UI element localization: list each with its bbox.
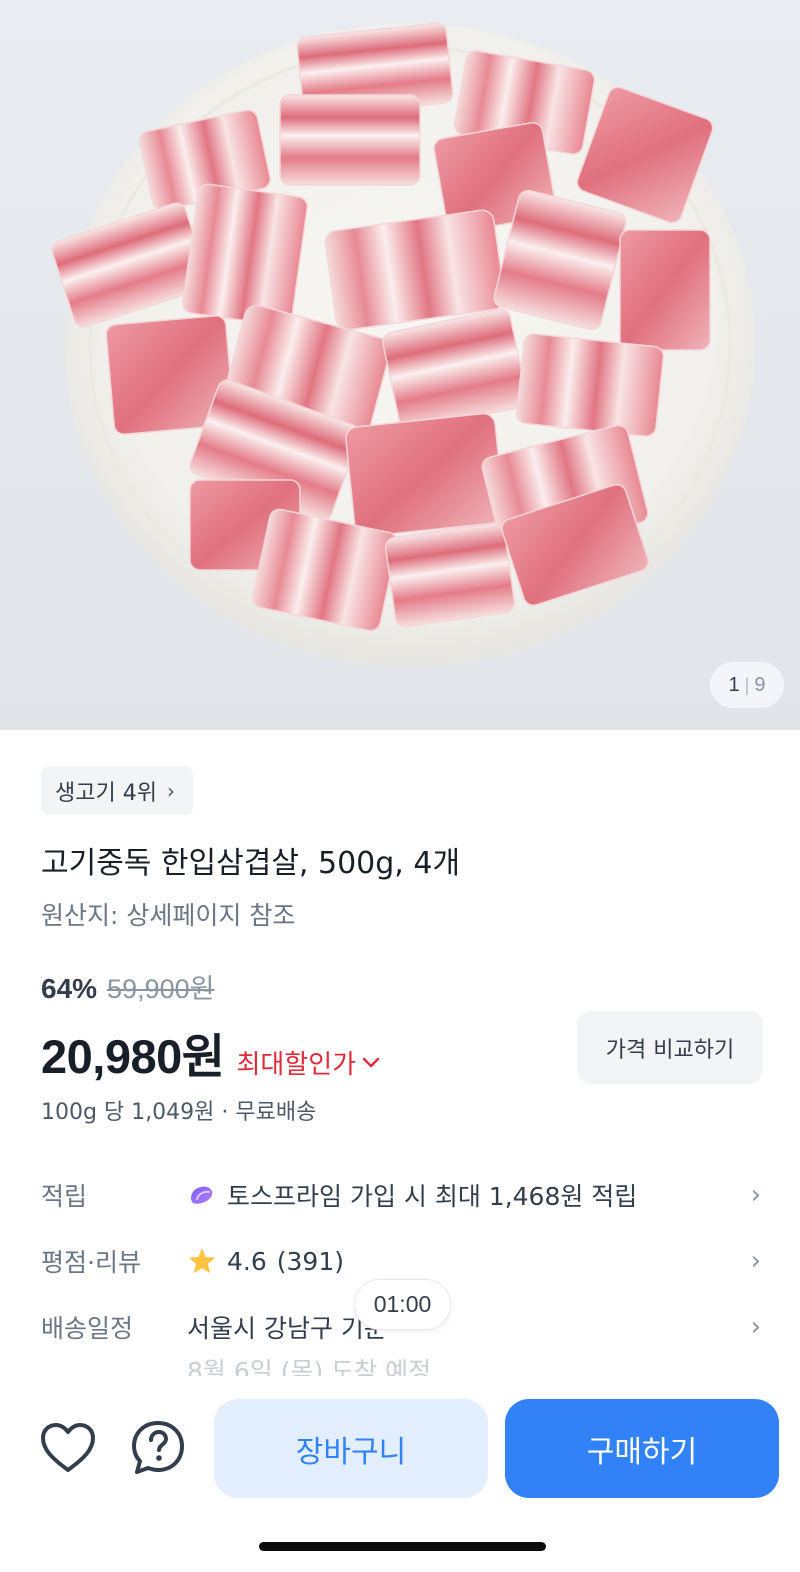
review-value: 4.6 (391) (187, 1247, 741, 1276)
buy-now-button[interactable]: 구매하기 (505, 1399, 779, 1498)
delivery-value: 서울시 강남구 기준 (187, 1309, 741, 1345)
discount-row: 64% 59,900원 (41, 967, 214, 1006)
image-counter: 1 | 9 (710, 662, 784, 708)
heart-icon (41, 1423, 95, 1472)
points-text: 토스프라임 가입 시 최대 1,468원 적립 (227, 1182, 638, 1211)
review-count: (391) (276, 1246, 344, 1276)
chevron-right-icon: › (166, 778, 175, 803)
chevron-right-icon: › (750, 1180, 761, 1210)
home-indicator[interactable] (259, 1542, 546, 1551)
rank-chip-label: 생고기 4위 (55, 780, 157, 806)
max-discount-label: 최대할인가 (236, 1050, 357, 1080)
product-photo (51, 22, 755, 667)
rating-value: 4.6 (227, 1246, 267, 1276)
chevron-down-icon (362, 1057, 380, 1067)
timer-badge: 01:00 (354, 1279, 451, 1330)
toss-prime-icon (191, 1186, 213, 1204)
points-value: 토스프라임 가입 시 최대 1,468원 적립 (187, 1177, 741, 1213)
category-rank-chip[interactable]: 생고기 4위 › (41, 766, 193, 815)
question-chat-icon (132, 1421, 184, 1474)
image-counter-current: 1 (728, 673, 740, 696)
star-icon (188, 1248, 216, 1274)
unit-price-shipping: 100g 당 1,049원 · 무료배송 (41, 1100, 317, 1125)
points-row[interactable]: 적립 토스프라임 가입 시 최대 1,468원 적립 › (41, 1170, 761, 1220)
chevron-right-icon: › (750, 1312, 761, 1342)
product-image-carousel[interactable]: 1 | 9 (0, 0, 800, 730)
add-to-cart-button[interactable]: 장바구니 (214, 1399, 488, 1498)
image-counter-total: 9 (754, 673, 766, 696)
wishlist-button[interactable] (38, 1418, 98, 1478)
original-price: 59,900원 (107, 974, 215, 1004)
bottom-action-bar: 장바구니 구매하기 (0, 1380, 800, 1572)
product-title: 고기중독 한입삼겹살, 500g, 4개 (41, 846, 461, 881)
compare-price-button[interactable]: 가격 비교하기 (577, 1011, 763, 1084)
delivery-eta: 8월 6일 (목) 도착 예정 (187, 1357, 432, 1376)
delivery-label: 배송일정 (41, 1314, 134, 1343)
review-label: 평점·리뷰 (41, 1248, 141, 1277)
points-label: 적립 (41, 1182, 88, 1211)
price-row: 20,980원 최대할인가 (41, 1018, 380, 1087)
chevron-right-icon: › (750, 1246, 761, 1276)
discount-rate: 64% (41, 973, 98, 1004)
image-counter-separator: | (744, 674, 750, 695)
product-origin: 원산지: 상세페이지 참조 (41, 901, 296, 930)
sale-price: 20,980원 (41, 1030, 225, 1083)
max-discount-toggle[interactable]: 최대할인가 (237, 1044, 381, 1081)
inquiry-button[interactable] (128, 1418, 188, 1478)
